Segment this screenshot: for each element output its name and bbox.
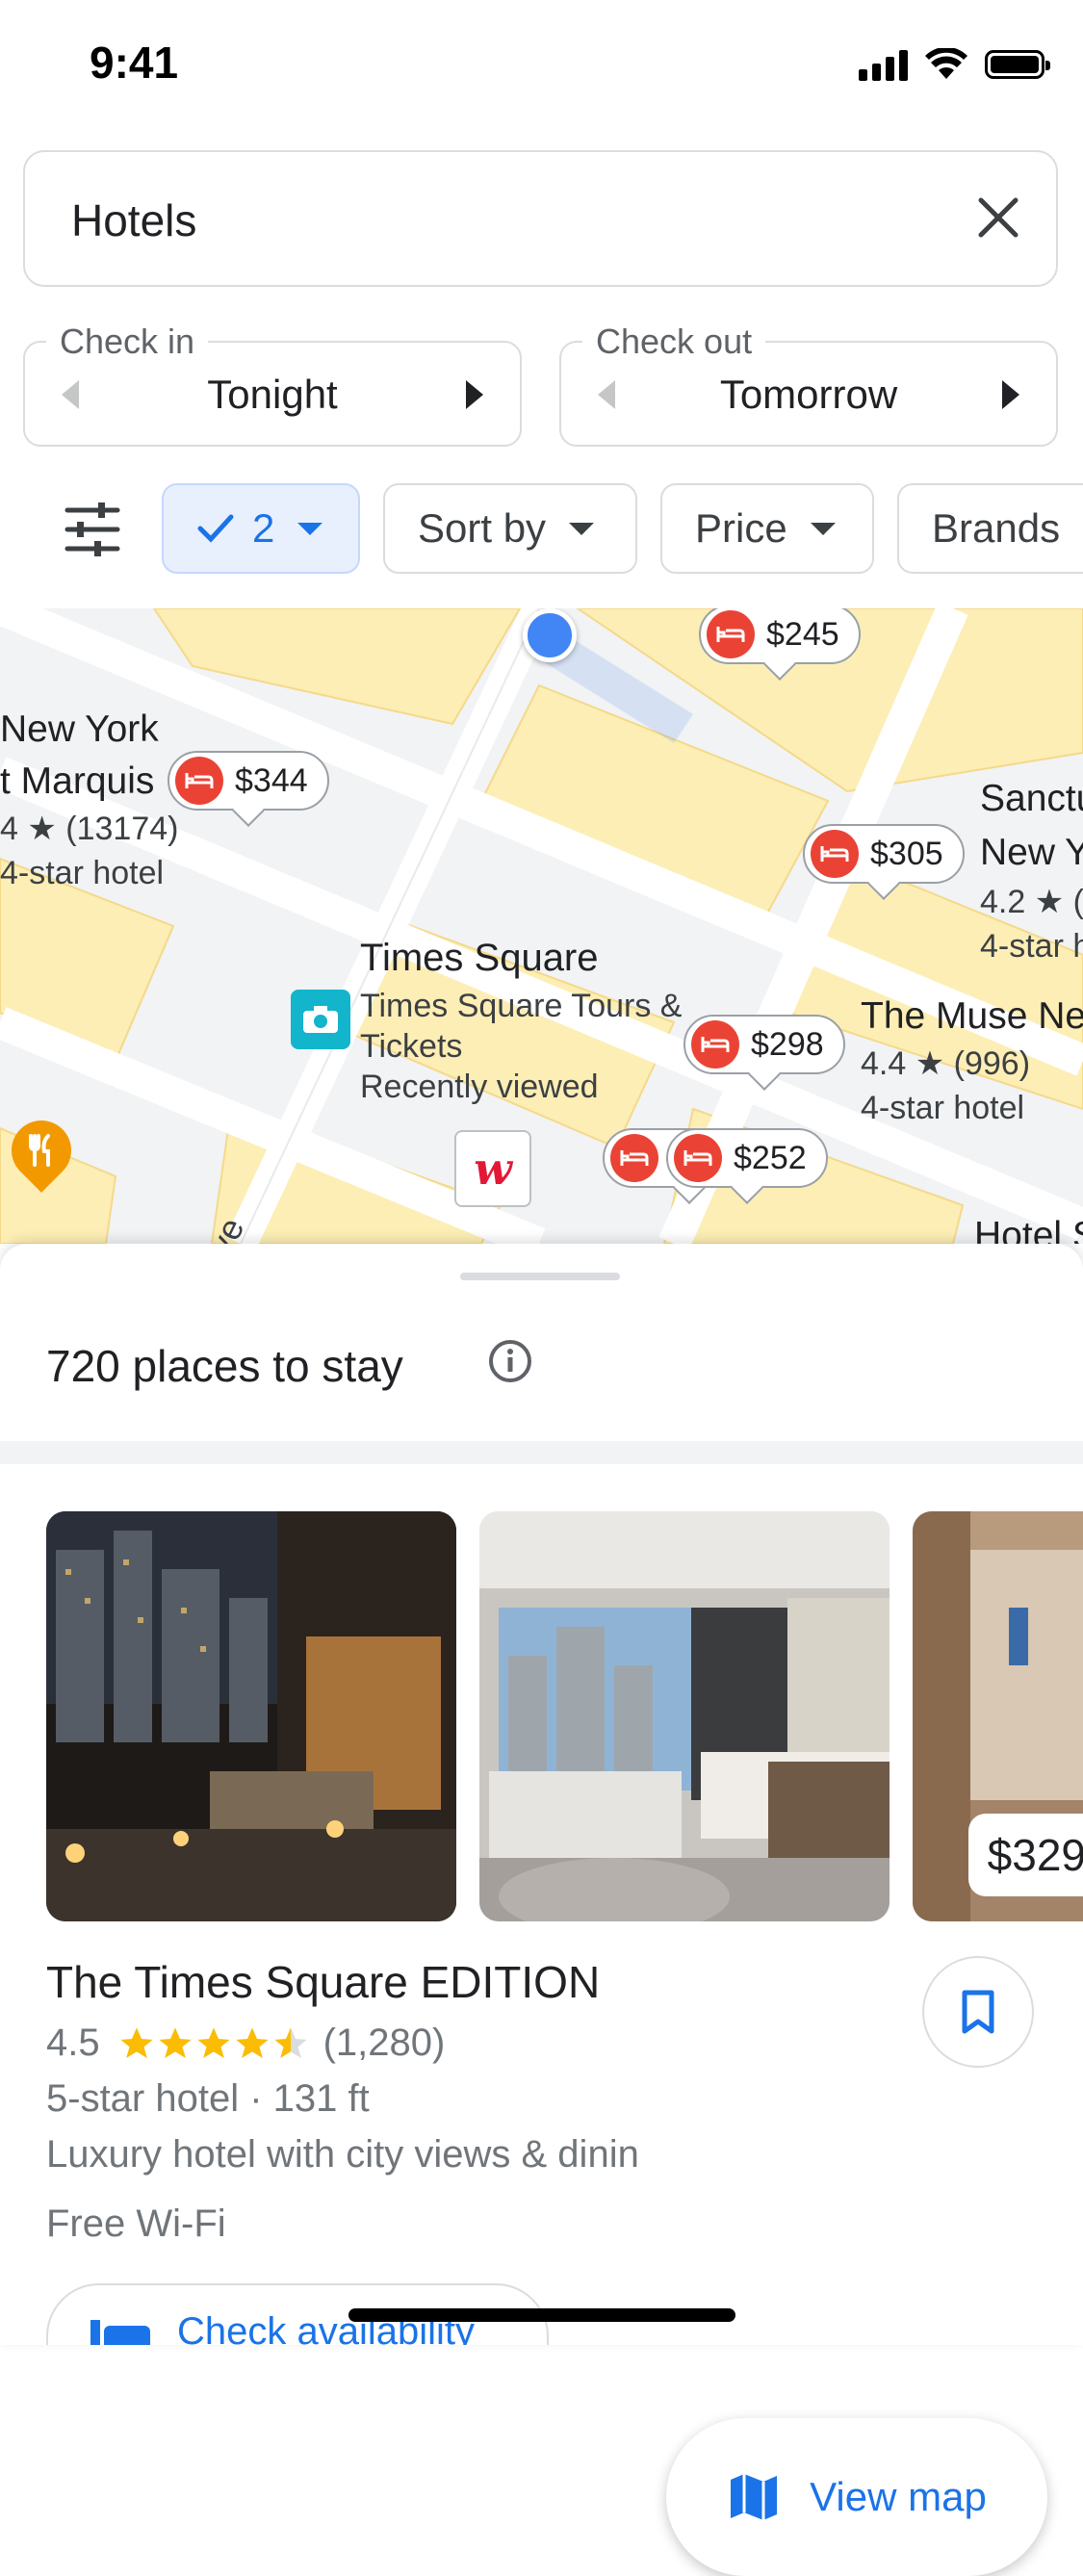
place-rating: 4 ★ (13174) bbox=[0, 811, 179, 847]
search-box[interactable]: Hotels bbox=[23, 150, 1058, 287]
check-in-value: Tonight bbox=[207, 372, 338, 417]
star-icon bbox=[119, 2026, 153, 2058]
price-label: Price bbox=[695, 505, 787, 551]
bookmark-icon bbox=[962, 1990, 994, 2034]
wifi-icon bbox=[925, 48, 967, 79]
hotel-price-pin[interactable]: $344 bbox=[168, 751, 329, 811]
hotel-price: $252 bbox=[734, 1139, 807, 1176]
place-name[interactable]: The Muse Ne bbox=[861, 995, 1083, 1039]
map-icon bbox=[731, 2474, 778, 2520]
poi-line: Tickets bbox=[360, 1028, 463, 1065]
hotel-name[interactable]: The Times Square EDITION bbox=[46, 1956, 600, 2008]
hotel-photo[interactable]: $329 bbox=[913, 1511, 1083, 1921]
brands-label: Brands bbox=[932, 505, 1061, 551]
place-name[interactable]: Hotel S bbox=[974, 1215, 1083, 1244]
save-button[interactable] bbox=[922, 1956, 1034, 2068]
star-icon bbox=[158, 2026, 192, 2058]
search-query[interactable]: Hotels bbox=[71, 194, 196, 246]
hotel-bed-icon bbox=[674, 1134, 722, 1182]
brands-filter-chip[interactable]: Brands bbox=[897, 483, 1083, 574]
place-class: 4-star hotel bbox=[861, 1090, 1025, 1126]
next-day-icon[interactable] bbox=[1002, 380, 1019, 409]
map-streets bbox=[0, 608, 1083, 1244]
sort-label: Sort by bbox=[418, 505, 547, 551]
star-icon bbox=[196, 2026, 230, 2058]
check-out-value: Tomorrow bbox=[719, 372, 898, 417]
battery-icon bbox=[985, 50, 1050, 79]
hotel-amenity: Free Wi-Fi bbox=[46, 2202, 226, 2245]
results-sheet: 720 places to stay $329 The Times Square… bbox=[0, 1244, 1083, 2576]
view-map-label: View map bbox=[810, 2474, 987, 2519]
poi-recently-viewed: Recently viewed bbox=[360, 1069, 599, 1105]
current-location-marker bbox=[523, 608, 577, 662]
view-map-button[interactable]: View map bbox=[666, 2418, 1047, 2576]
rating-row: 4.5 (1,280) bbox=[46, 2022, 445, 2065]
hotel-bed-icon bbox=[707, 610, 755, 658]
hotel-price-pin[interactable]: $298 bbox=[683, 1015, 845, 1074]
chevron-down-icon bbox=[569, 522, 595, 535]
check-out-label: Check out bbox=[582, 322, 766, 362]
place-name[interactable]: New Y bbox=[980, 832, 1083, 875]
hotel-bed-icon bbox=[175, 757, 223, 805]
places-count: 720 places to stay bbox=[46, 1341, 403, 1391]
camera-icon[interactable] bbox=[291, 990, 350, 1049]
check-icon bbox=[197, 514, 234, 543]
place-name[interactable]: New York bbox=[0, 708, 159, 752]
map-view[interactable]: New York t Marquis 4 ★ (13174) 4-star ho… bbox=[0, 608, 1083, 1244]
sheet-drag-handle[interactable] bbox=[460, 1273, 620, 1280]
hotel-photo[interactable] bbox=[46, 1511, 456, 1921]
poi-title[interactable]: Times Square bbox=[360, 936, 599, 980]
hotel-bed-icon bbox=[691, 1020, 739, 1069]
status-bar: 9:41 bbox=[0, 0, 1083, 135]
walgreens-logo[interactable]: w bbox=[454, 1130, 531, 1207]
guests-count: 2 bbox=[252, 505, 275, 551]
sort-filter-chip[interactable]: Sort by bbox=[383, 483, 637, 574]
home-indicator[interactable] bbox=[348, 2308, 735, 2322]
check-out-picker[interactable]: Check out Tomorrow bbox=[559, 322, 1058, 447]
hotel-price-pin[interactable]: $252 bbox=[666, 1128, 828, 1188]
hotel-price: $245 bbox=[766, 615, 839, 653]
hotel-price: $305 bbox=[870, 835, 943, 872]
half-star-icon bbox=[273, 2026, 307, 2058]
place-class: 4-star hotel bbox=[0, 855, 165, 891]
restaurant-icon[interactable] bbox=[0, 1108, 84, 1193]
hotel-bed-icon bbox=[610, 1134, 658, 1182]
calendar-bed-icon bbox=[90, 2320, 150, 2345]
status-icons bbox=[859, 48, 1050, 81]
section-divider bbox=[0, 1441, 1083, 1464]
place-name[interactable]: Sanctu bbox=[980, 778, 1083, 821]
filter-bar: 2 Sort by Price Brands bbox=[0, 481, 1083, 578]
hotel-price: $298 bbox=[751, 1025, 824, 1063]
hotel-bed-icon bbox=[811, 830, 859, 878]
hotel-photo[interactable] bbox=[479, 1511, 890, 1921]
hotel-price: $344 bbox=[235, 761, 308, 799]
check-in-picker[interactable]: Check in Tonight bbox=[23, 322, 522, 447]
hotel-class-distance: 5-star hotel · 131 ft bbox=[46, 2077, 370, 2120]
chevron-down-icon bbox=[297, 522, 323, 535]
review-count[interactable]: (1,280) bbox=[323, 2022, 446, 2065]
place-name[interactable]: t Marquis bbox=[0, 760, 154, 804]
cellular-signal-icon bbox=[859, 48, 908, 81]
price-filter-chip[interactable]: Price bbox=[660, 483, 874, 574]
place-class: 4-star h bbox=[980, 928, 1083, 965]
hotel-price-pin[interactable]: $245 bbox=[699, 608, 861, 664]
hotel-price-pin[interactable]: $305 bbox=[803, 824, 965, 884]
place-rating: 4.2 ★ ( bbox=[980, 884, 1083, 920]
chevron-down-icon bbox=[810, 522, 836, 535]
rating-value: 4.5 bbox=[46, 2022, 100, 2064]
hotel-description: Luxury hotel with city views & dinin bbox=[46, 2133, 639, 2176]
close-icon[interactable] bbox=[969, 189, 1027, 246]
star-icon bbox=[235, 2026, 269, 2058]
guests-filter-chip[interactable]: 2 bbox=[162, 483, 360, 574]
place-rating: 4.4 ★ (996) bbox=[861, 1045, 1031, 1082]
poi-line: Times Square Tours & bbox=[360, 988, 683, 1024]
check-in-label: Check in bbox=[46, 322, 209, 362]
info-icon[interactable] bbox=[487, 1338, 533, 1384]
tune-icon[interactable] bbox=[64, 502, 121, 556]
status-time: 9:41 bbox=[90, 38, 179, 88]
star-rating bbox=[117, 2024, 310, 2063]
next-day-icon[interactable] bbox=[466, 380, 483, 409]
photo-price-tag: $329 bbox=[967, 1814, 1083, 1896]
